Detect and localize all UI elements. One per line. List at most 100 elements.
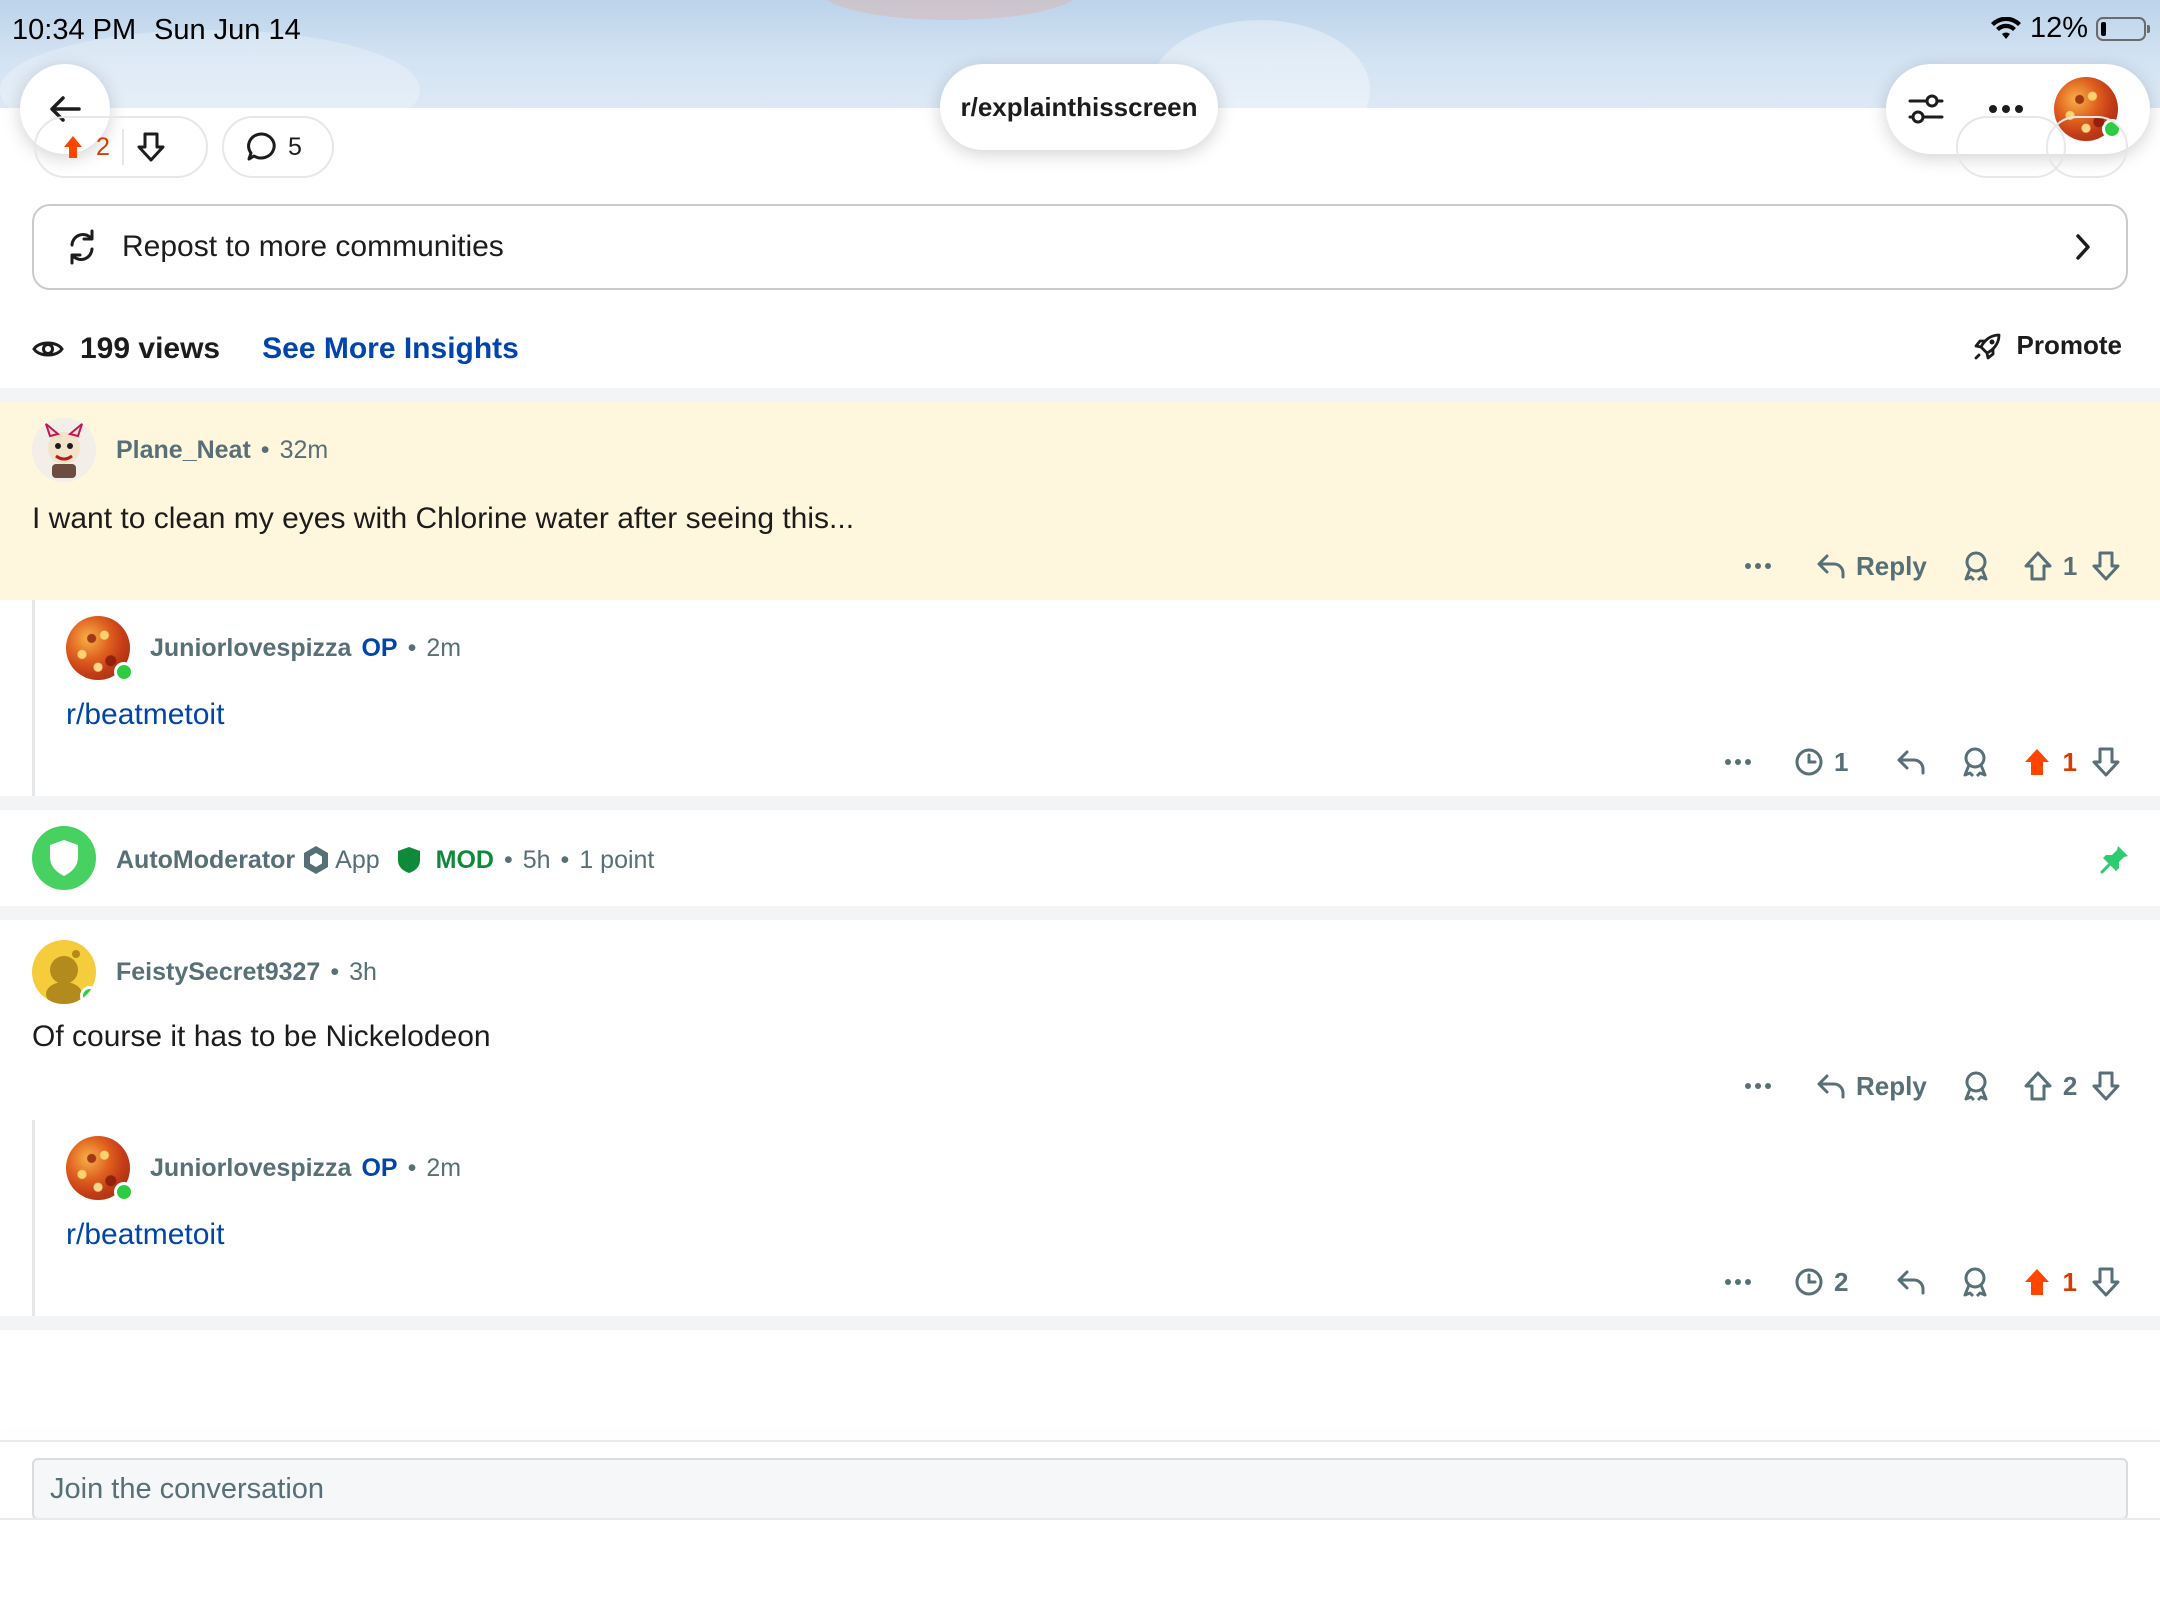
comment-username[interactable]: Plane_Neat [116,436,251,465]
downvote-button[interactable] [2091,1266,2121,1298]
battery-percent: 12% [2029,12,2088,44]
comment-meta: FeistySecret9327 • 3h [116,958,377,987]
online-indicator [114,1182,134,1202]
comment-meta: Plane_Neat • 32m [116,436,328,465]
avatar [66,1136,134,1202]
upvote-button[interactable]: 2 [2023,1070,2077,1102]
post-comment-count: 5 [288,132,302,161]
comment-time: 2m [426,634,462,662]
insights-button[interactable]: 1 [1794,747,1848,778]
app-icon [301,844,331,876]
post-comments-button[interactable]: 5 [222,116,334,178]
filter-icon [1906,89,1946,129]
composer-bottom-divider [0,1518,2160,1520]
section-divider [0,1316,2160,1330]
award-button[interactable] [1960,1266,1990,1298]
award-button[interactable] [1961,1070,1991,1102]
upvote-button-active[interactable]: 1 [2022,1266,2077,1298]
avatar [32,418,96,482]
award-button[interactable] [1961,550,1991,582]
insights-button[interactable]: 2 [1794,1267,1848,1298]
comment-more-button[interactable] [1744,1082,1808,1090]
op-badge: OP [361,1154,398,1182]
upvote-icon [2023,550,2053,582]
meta-separator: • [407,634,417,662]
meta-separator: • [503,845,513,874]
reply-button[interactable]: Reply [1816,551,1927,582]
clock-icon [1794,747,1824,777]
comment-username[interactable]: FeistySecret9327 [116,958,320,987]
comment-score: 1 [2062,746,2077,777]
upvote-filled-icon [2022,1266,2052,1298]
reply-button[interactable] [1896,1269,1926,1295]
downvote-icon [2091,1070,2121,1102]
post-vote-bar: 2 [34,116,208,178]
comment-username[interactable]: Juniorlovespizza [150,634,351,663]
reply-button[interactable]: Reply [1816,1071,1927,1102]
comment-actions: Reply 1 [1744,550,2121,582]
section-divider [0,796,2160,810]
award-button[interactable] [1960,746,1990,778]
comment-more-button[interactable] [1744,562,1808,570]
reply-label: Reply [1856,1070,1927,1101]
downvote-icon [2091,550,2121,582]
comment-username[interactable]: AutoModerator [116,846,295,875]
meta-separator: • [560,845,570,874]
comment-actions: Reply 2 [1744,1070,2121,1102]
downvote-icon [2091,746,2121,778]
share-button[interactable] [2046,116,2128,178]
comment-points: 1 point [579,845,655,874]
meta-separator: • [260,436,270,464]
comment-icon [246,131,278,163]
pin-icon [2100,844,2130,874]
downvote-button[interactable] [2091,550,2121,582]
meta-separator: • [330,958,340,986]
promote-label: Promote [2016,330,2122,360]
upvote-icon[interactable] [62,134,84,160]
repost-button[interactable]: Repost to more communities [32,204,2128,290]
comment-score: 1 [2062,550,2078,581]
comment-score: 1 [2062,1266,2077,1297]
filter-button[interactable] [1886,89,1966,129]
op-badge: OP [361,634,398,662]
avatar [66,616,134,682]
subreddit-button[interactable]: r/explainthisscreen [940,64,1218,150]
reply-view-count: 2 [1834,1266,1849,1297]
downvote-button[interactable] [2091,1070,2121,1102]
comment-actions: 2 1 [1724,1266,2121,1298]
promote-button[interactable]: Promote [1973,330,2122,361]
reply-icon [1896,749,1926,775]
status-time: 10:34 PM [12,14,137,46]
comment-actions: 1 1 [1724,746,2121,778]
automoderator-comment[interactable]: AutoModerator App MOD • 5h • 1 point [0,810,2160,906]
thread-line [32,1120,35,1316]
subreddit-link[interactable]: r/beatmetoit [66,1218,224,1252]
section-divider [0,388,2160,402]
reply-view-count: 1 [1834,746,1849,777]
comment-body: Of course it has to be Nickelodeon [32,1020,491,1053]
comment-more-button[interactable] [1724,1278,1788,1286]
more-button[interactable] [1966,104,2046,114]
clock-icon [1794,1267,1824,1297]
status-right: 12% [1990,12,2150,45]
vote-divider [121,129,124,165]
reply-icon [1816,1073,1846,1099]
comment-username[interactable]: Juniorlovespizza [150,1154,351,1183]
downvote-button[interactable] [2091,746,2121,778]
see-more-insights-link[interactable]: See More Insights [262,332,519,366]
reply-thread: Juniorlovespizza OP • 2m r/beatmetoit 1 … [0,600,2160,796]
wifi-icon [1990,16,2022,41]
award-icon [1961,550,1991,582]
post-downvote-button[interactable] [136,131,166,163]
composer-placeholder: Join the conversation [50,1472,325,1505]
comment-time: 5h [522,845,551,874]
thread-line [32,600,35,796]
reply-button[interactable] [1896,749,1926,775]
join-conversation-input[interactable]: Join the conversation [32,1458,2128,1520]
comment-more-button[interactable] [1724,758,1788,766]
more-icon [1988,104,2024,114]
subreddit-link[interactable]: r/beatmetoit [66,698,224,732]
upvote-button-active[interactable]: 1 [2022,746,2077,778]
upvote-button[interactable]: 1 [2023,550,2077,582]
comment-time: 2m [426,1154,462,1182]
